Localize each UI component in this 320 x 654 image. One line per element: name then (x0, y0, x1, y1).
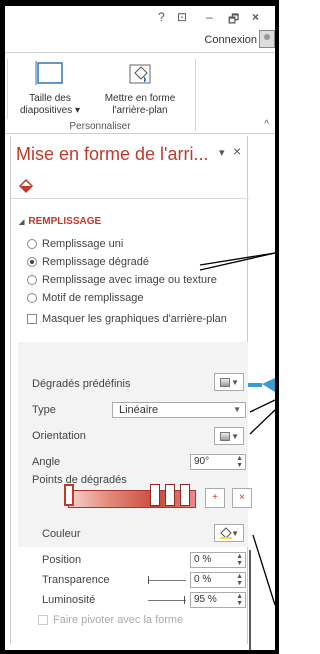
orientation-swatch-icon (220, 432, 230, 441)
pane-title: Mise en forme de l'arri... (16, 144, 209, 164)
pattern-fill-radio[interactable]: Motif de remplissage (27, 292, 144, 304)
radio-icon (27, 239, 37, 249)
gradient-stop-4[interactable] (180, 484, 190, 506)
picture-fill-radio[interactable]: Remplissage avec image ou texture (27, 274, 217, 286)
pane-menu-icon[interactable]: ▾ (219, 146, 225, 159)
chevron-down-icon: ▼ (233, 405, 241, 414)
angle-label: Angle (32, 456, 61, 468)
checkbox-icon (38, 615, 48, 625)
ribbon-divider (195, 59, 196, 131)
restore-icon[interactable]: 🗗 (228, 10, 239, 31)
gradient-stop-2[interactable] (150, 484, 160, 506)
minimize-icon[interactable]: – (206, 10, 213, 24)
gradient-stops-label: Points de dégradés (32, 474, 127, 486)
type-select[interactable]: Linéaire ▼ (112, 402, 246, 418)
radio-selected-icon (27, 257, 37, 267)
radio-icon (27, 293, 37, 303)
transparency-slider[interactable] (148, 580, 186, 581)
ribbon-divider (7, 59, 8, 119)
orientation-label: Orientation (32, 430, 86, 442)
brightness-slider-thumb[interactable] (184, 596, 185, 604)
brightness-spinner[interactable]: 95 % ▲ ▼ (190, 592, 246, 608)
fill-section-header[interactable]: ◢ REMPLISSAGE (19, 216, 101, 227)
preset-gradients-label: Dégradés prédéfinis (32, 378, 131, 390)
pane-close-icon[interactable]: × (233, 143, 241, 159)
section-collapse-icon: ◢ (19, 219, 25, 226)
type-label: Type (32, 404, 56, 416)
rotate-with-shape-checkbox[interactable]: Faire pivoter avec la forme (38, 614, 183, 626)
chevron-down-icon: ▼ (231, 378, 239, 387)
gradient-stop-1[interactable] (64, 484, 74, 506)
gradient-fill-radio[interactable]: Remplissage dégradé (27, 256, 149, 268)
fill-tab-icon[interactable] (17, 178, 35, 194)
remove-gradient-stop-icon[interactable]: × (232, 488, 252, 508)
brightness-slider[interactable] (148, 600, 186, 601)
radio-icon (27, 275, 37, 285)
spinner-arrows-icon[interactable]: ▲ ▼ (236, 553, 243, 567)
transparency-label: Transparence (42, 574, 110, 586)
checkbox-icon (27, 314, 37, 324)
gradient-stops-bar[interactable] (68, 490, 196, 508)
chevron-down-icon: ▼ (231, 432, 239, 441)
transparency-slider-thumb[interactable] (148, 576, 149, 584)
position-label: Position (42, 554, 82, 566)
help-icon[interactable]: ? (158, 10, 165, 24)
title-bar: ? ⊡ – 🗗 × (5, 6, 275, 28)
format-background-button[interactable]: Mettre en forme l'arrière-plan (95, 59, 185, 117)
ribbon-display-icon[interactable]: ⊡ (177, 10, 187, 24)
orientation-button[interactable]: ▼ (214, 427, 244, 445)
gradient-stop-3[interactable] (165, 484, 175, 506)
collapse-ribbon-icon[interactable]: ^ (264, 119, 269, 130)
ribbon: Taille des diapositives ▾ Mettre en form… (5, 52, 275, 134)
brightness-label: Luminosité (42, 594, 96, 606)
spinner-arrows-icon[interactable]: ▲ ▼ (236, 593, 243, 607)
color-label: Couleur (42, 528, 81, 540)
color-picker-button[interactable]: ▼ (214, 524, 244, 542)
format-background-icon (129, 64, 151, 84)
chevron-down-icon: ▼ (231, 529, 239, 538)
tab-divider (11, 198, 249, 199)
slide-size-button[interactable]: Taille des diapositives ▾ (15, 59, 85, 117)
angle-spinner[interactable]: 90° ▲ ▼ (190, 454, 246, 470)
preset-gradients-button[interactable]: ▼ (214, 373, 244, 391)
spinner-arrows-icon[interactable]: ▲ ▼ (236, 455, 243, 469)
avatar[interactable] (259, 30, 275, 48)
transparency-spinner[interactable]: 0 % ▲ ▼ (190, 572, 246, 588)
position-spinner[interactable]: 0 % ▲ ▼ (190, 552, 246, 568)
spinner-arrows-icon[interactable]: ▲ ▼ (236, 573, 243, 587)
add-gradient-stop-icon[interactable]: + (205, 488, 225, 508)
slide-size-icon (35, 61, 63, 85)
solid-fill-radio[interactable]: Remplissage uni (27, 238, 123, 250)
gradient-swatch-icon (220, 378, 230, 387)
hide-background-graphics-checkbox[interactable]: Masquer les graphiques d'arrière-plan (27, 313, 227, 325)
account-signin-link[interactable]: Connexion (204, 34, 257, 46)
close-icon[interactable]: × (252, 10, 259, 24)
ribbon-group-label: Personnaliser (69, 121, 131, 132)
